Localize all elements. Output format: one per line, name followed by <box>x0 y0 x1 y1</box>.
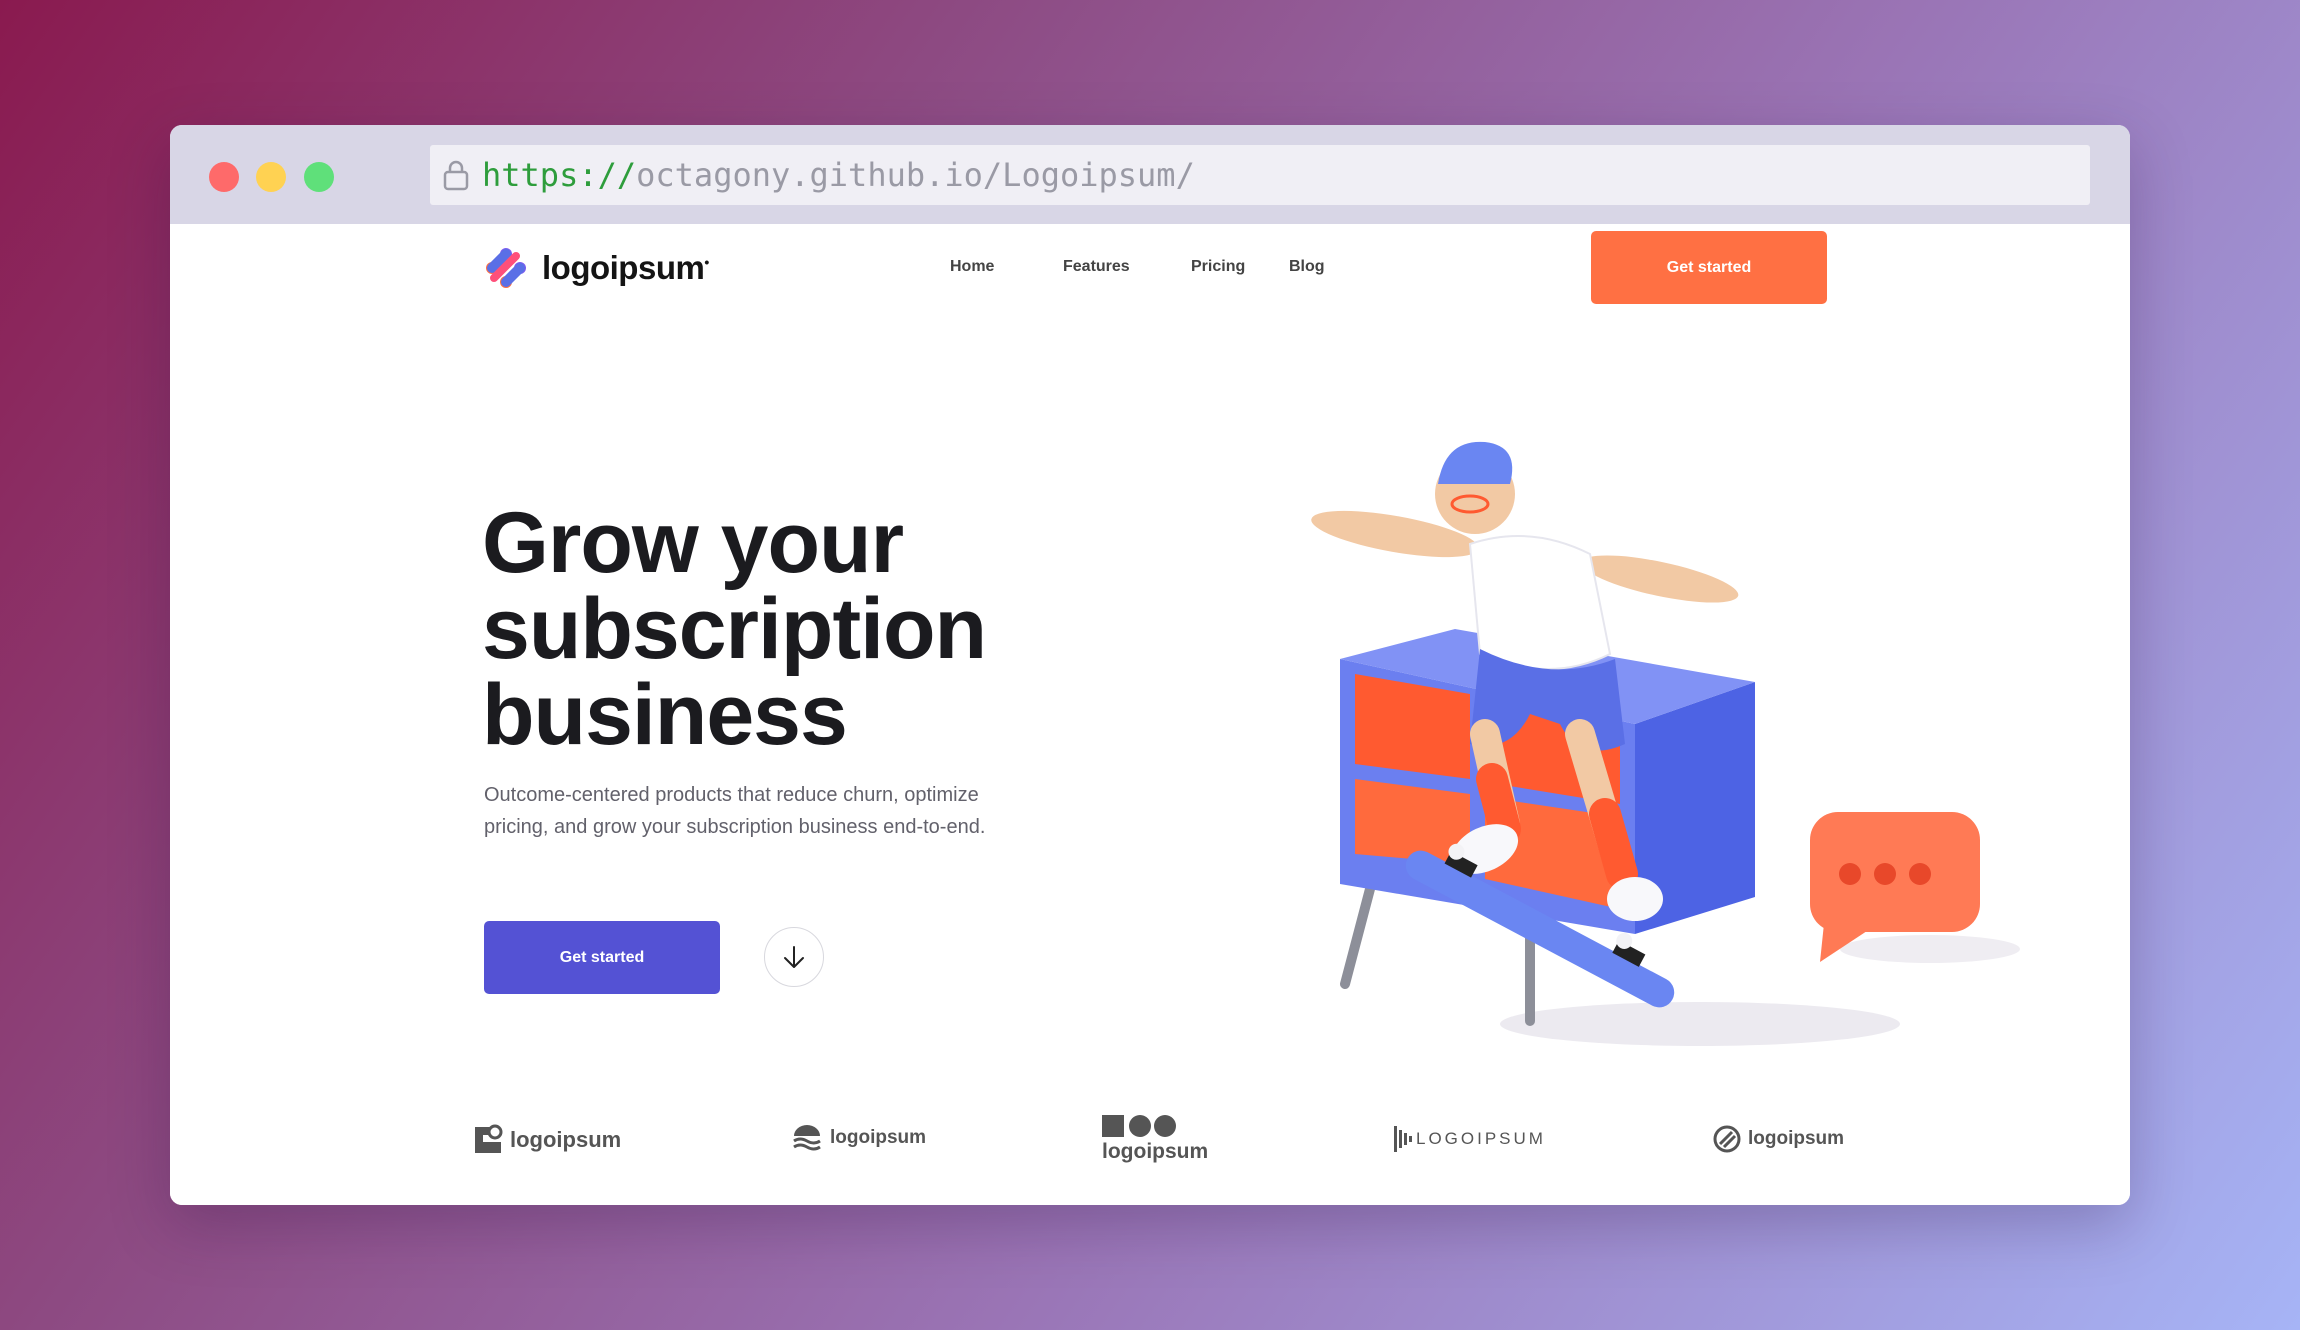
browser-window: https://octagony.github.io/Logoipsum/ lo… <box>170 125 2130 1205</box>
url-text: https://octagony.github.io/Logoipsum/ <box>482 156 1195 194</box>
bars-logo-icon <box>1394 1126 1412 1152</box>
page-content: logoipsum• Home Features Pricing Blog Ge… <box>170 224 2130 1205</box>
partner-logo-4: LOGOIPSUM <box>1394 1124 1546 1154</box>
nav-blog[interactable]: Blog <box>1289 258 1325 276</box>
hero-get-started-button[interactable]: Get started <box>484 921 720 994</box>
address-bar[interactable]: https://octagony.github.io/Logoipsum/ <box>430 145 2090 205</box>
shapes-logo-icon <box>1102 1115 1176 1137</box>
lock-icon <box>443 160 469 191</box>
partner-logo-5: logoipsum <box>1712 1124 1844 1154</box>
nav-pricing[interactable]: Pricing <box>1191 258 1245 276</box>
hero-illustration <box>1311 441 2020 1046</box>
brand-mark-icon <box>486 248 526 288</box>
partner-logo-3: logoipsum <box>1102 1114 1208 1164</box>
square-logo-icon <box>475 1124 503 1153</box>
header-get-started-button[interactable]: Get started <box>1591 231 1827 304</box>
brand-logo[interactable]: logoipsum• <box>484 246 709 290</box>
partner-logos: logoipsum logoipsum logoipsum LOGOIPSUM … <box>170 1115 2130 1184</box>
hero-subtitle: Outcome-centered products that reduce ch… <box>484 784 986 838</box>
maximize-window-button[interactable] <box>304 162 334 192</box>
wave-logo-icon <box>793 1125 821 1151</box>
brand-name: logoipsum• <box>542 249 709 286</box>
browser-chrome: https://octagony.github.io/Logoipsum/ <box>170 125 2130 224</box>
nav-features[interactable]: Features <box>1063 258 1130 276</box>
close-window-button[interactable] <box>209 162 239 192</box>
nav-home[interactable]: Home <box>950 258 994 276</box>
circle-slash-logo-icon <box>1713 1125 1741 1153</box>
partner-logo-2: logoipsum <box>792 1124 926 1152</box>
scroll-down-button[interactable] <box>764 927 824 987</box>
hero-title: Grow your subscription business <box>482 495 987 763</box>
arrow-down-icon <box>784 946 804 968</box>
minimize-window-button[interactable] <box>256 162 286 192</box>
partner-logo-1: logoipsum <box>472 1124 621 1156</box>
